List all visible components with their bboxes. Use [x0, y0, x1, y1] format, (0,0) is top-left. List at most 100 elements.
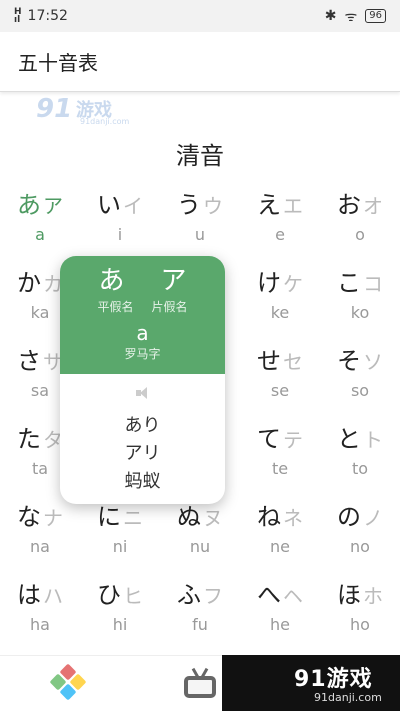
hiragana-char: か: [17, 269, 41, 297]
romaji-text: i: [117, 225, 123, 244]
hiragana-char: た: [17, 425, 41, 453]
katakana-char: コ: [363, 272, 383, 296]
hiragana-char: ふ: [177, 581, 201, 609]
hiragana-char: そ: [337, 347, 361, 375]
tv-icon[interactable]: [184, 667, 216, 698]
watermark-banner: 91游戏 91danji.com: [222, 655, 400, 711]
romaji-text: o: [355, 225, 365, 244]
kana-chars: おオ: [320, 190, 400, 221]
katakana-char: ヒ: [123, 584, 143, 608]
romaji-text: he: [270, 615, 290, 634]
popup-katakana: ア: [160, 266, 187, 296]
katakana-char: ア: [43, 194, 63, 218]
katakana-char: ホ: [363, 584, 383, 608]
katakana-char: ヌ: [203, 506, 223, 530]
example-word-meaning: 蚂蚁: [124, 471, 161, 492]
katakana-char: ネ: [283, 506, 303, 530]
status-bar: Hıl 17:52 ✱ ᯤ 96: [0, 0, 400, 32]
hiragana-char: な: [17, 503, 41, 531]
kana-grid-icon[interactable]: [49, 663, 87, 701]
kana-cell[interactable]: けケ ke: [240, 268, 320, 346]
kana-chars: はハ: [0, 580, 80, 611]
kana-chars: あア: [0, 190, 80, 221]
romaji-text: fu: [192, 615, 208, 634]
kana-chars: いイ: [80, 190, 160, 221]
kana-cell[interactable]: にニ ni: [80, 502, 160, 580]
status-time: 17:52: [27, 8, 68, 24]
kana-chars: ねネ: [240, 502, 320, 533]
battery-icon: 96: [365, 9, 386, 23]
katakana-char: ヘ: [283, 584, 303, 608]
example-word-hiragana: あり: [124, 415, 161, 436]
kana-cell[interactable]: てテ te: [240, 424, 320, 502]
kana-cell[interactable]: ひヒ hi: [80, 580, 160, 658]
hiragana-char: こ: [337, 269, 361, 297]
kana-chars: とト: [320, 424, 400, 455]
katakana-char: ソ: [363, 350, 383, 374]
kana-chars: そソ: [320, 346, 400, 377]
katakana-char: オ: [363, 194, 383, 218]
kana-cell[interactable]: そソ so: [320, 346, 400, 424]
romaji-text: se: [270, 381, 290, 400]
romaji-text: no: [350, 537, 370, 556]
katakana-char: エ: [283, 194, 303, 218]
hiragana-char: あ: [17, 191, 41, 219]
romaji-text: u: [194, 225, 206, 244]
kana-cell[interactable]: なナ na: [0, 502, 80, 580]
section-title: 清音: [176, 142, 224, 170]
hiragana-char: ぬ: [177, 503, 201, 531]
kana-cell[interactable]: こコ ko: [320, 268, 400, 346]
kana-row: なナ na にニ ni ぬヌ nu ねネ ne のノ no: [0, 502, 400, 580]
kana-chars: ふフ: [160, 580, 240, 611]
katakana-char: ハ: [43, 584, 63, 608]
hiragana-char: に: [97, 503, 121, 531]
hiragana-char: い: [97, 191, 121, 219]
example-word-katakana: アリ: [124, 443, 161, 464]
hiragana-char: て: [257, 425, 281, 453]
kana-cell[interactable]: あアa: [0, 190, 80, 268]
romaji-text: ne: [270, 537, 290, 556]
kana-row: はハ ha ひヒ hi ふフ fu へヘ he ほホ ho: [0, 580, 400, 658]
kana-cell[interactable]: ぬヌ nu: [160, 502, 240, 580]
katakana-char: テ: [283, 428, 303, 452]
kana-detail-popup[interactable]: あ ア 平假名 片假名 a 罗马字 あり アリ 蚂蚁: [60, 256, 225, 504]
bluetooth-icon: ✱: [324, 8, 337, 24]
romaji-text: a: [35, 225, 45, 244]
kana-chars: なナ: [0, 502, 80, 533]
hiragana-char: へ: [257, 581, 281, 609]
romaji-text: to: [351, 459, 369, 478]
romaji-text: hi: [112, 615, 128, 634]
speaker-icon[interactable]: [134, 385, 152, 401]
kana-chars: ほホ: [320, 580, 400, 611]
kana-cell[interactable]: ねネ ne: [240, 502, 320, 580]
katakana-char: フ: [203, 584, 223, 608]
hiragana-char: の: [337, 503, 361, 531]
hiragana-char: ほ: [337, 581, 361, 609]
hiragana-label: 平假名: [97, 300, 134, 314]
kana-cell[interactable]: とト to: [320, 424, 400, 502]
romaji-text: ho: [350, 615, 370, 634]
kana-chars: けケ: [240, 268, 320, 299]
kana-chars: のノ: [320, 502, 400, 533]
kana-cell[interactable]: ほホ ho: [320, 580, 400, 658]
kana-chars: へヘ: [240, 580, 320, 611]
kana-cell[interactable]: のノ no: [320, 502, 400, 580]
katakana-char: セ: [283, 350, 303, 374]
hiragana-char: け: [257, 269, 281, 297]
kana-cell[interactable]: おオo: [320, 190, 400, 268]
kana-cell[interactable]: へヘ he: [240, 580, 320, 658]
kana-cell[interactable]: せセ se: [240, 346, 320, 424]
wifi-icon: ᯤ: [344, 8, 358, 25]
hiragana-char: ひ: [97, 581, 121, 609]
kana-cell[interactable]: はハ ha: [0, 580, 80, 658]
hiragana-char: せ: [257, 347, 281, 375]
kana-cell[interactable]: ふフ fu: [160, 580, 240, 658]
katakana-label: 片假名: [151, 300, 188, 314]
hiragana-char: は: [17, 581, 41, 609]
watermark-logo: 91 游戏 91danji.com: [36, 94, 130, 126]
romaji-label: 罗马字: [124, 347, 161, 361]
popup-header: あ ア 平假名 片假名 a 罗马字: [60, 256, 225, 374]
kana-cell[interactable]: えエe: [240, 190, 320, 268]
hiragana-char: お: [337, 191, 361, 219]
kana-chars: うウ: [160, 190, 240, 221]
